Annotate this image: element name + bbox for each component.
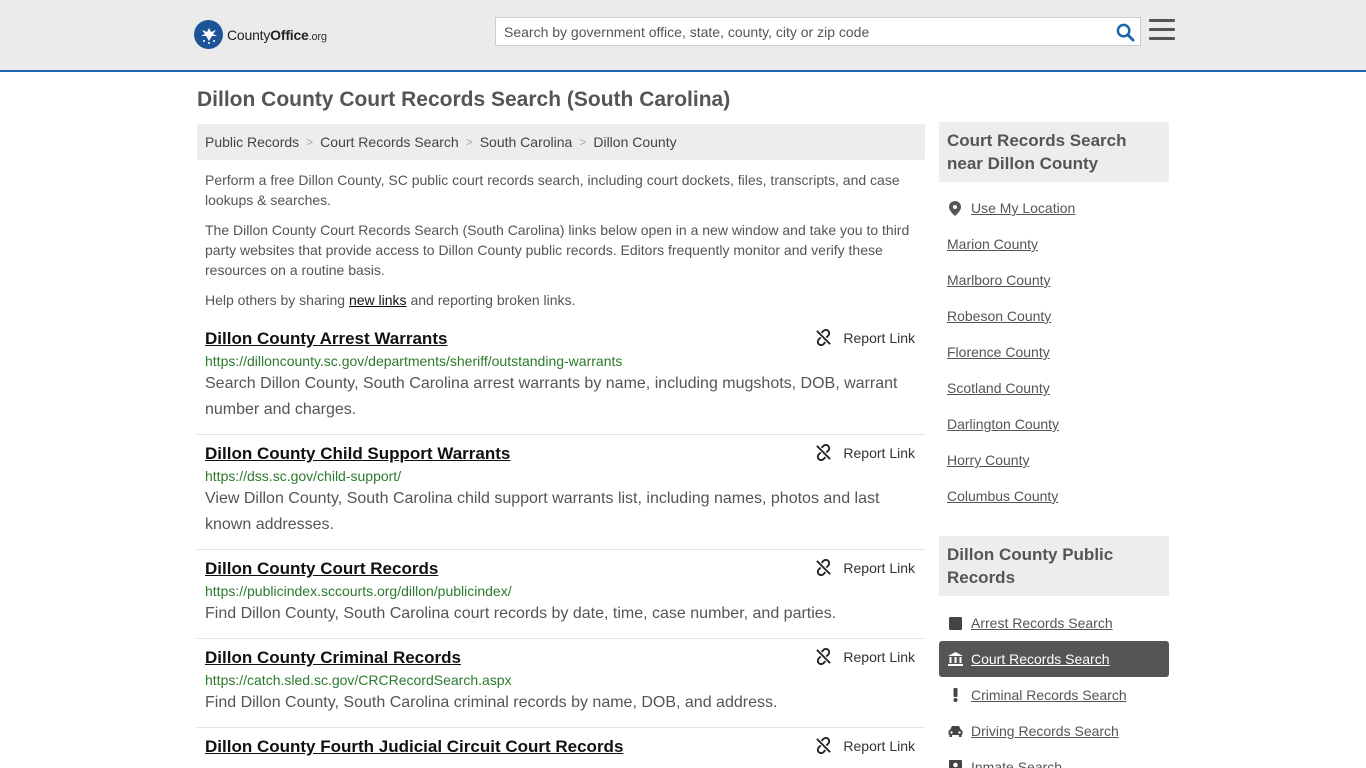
record-title-link[interactable]: Dillon County Criminal Records [205,647,461,669]
sidebar-item-arrest-records[interactable]: Arrest Records Search [939,605,1169,641]
car-icon [947,725,963,737]
eagle-seal-icon [194,20,223,49]
site-logo[interactable]: CountyOffice.org [194,20,327,49]
record-title-link[interactable]: Dillon County Child Support Warrants [205,443,510,465]
nearby-county-item[interactable]: Marion County [939,226,1169,262]
sidebar-public-records-title: Dillon County Public Records [939,536,1169,596]
square-icon [947,616,963,630]
nearby-county-item[interactable]: Columbus County [939,478,1169,514]
record-title-link[interactable]: Dillon County Arrest Warrants [205,328,447,350]
nearby-county-item[interactable]: Robeson County [939,298,1169,334]
sidebar-item-driving-records[interactable]: Driving Records Search [939,713,1169,749]
search-icon[interactable] [1114,21,1136,43]
sidebar-link[interactable]: Inmate Search [971,759,1062,768]
nearby-county-list: Use My Location Marion County Marlboro C… [939,190,1169,514]
broken-link-icon [816,648,832,665]
nearby-county-link[interactable]: Darlington County [947,416,1059,432]
record-url: https://catch.sled.sc.gov/CRCRecordSearc… [205,672,512,688]
sidebar-link[interactable]: Driving Records Search [971,723,1119,739]
sidebar-link[interactable]: Court Records Search [971,651,1110,667]
share-paragraph: Help others by sharing new links and rep… [205,292,576,308]
map-marker-icon [947,200,963,216]
record-description: Search Dillon County, South Carolina arr… [205,375,898,418]
record-item: Dillon County Court Records Report Link … [197,550,925,639]
record-item: Dillon County Child Support Warrants Rep… [197,435,925,550]
nearby-county-link[interactable]: Scotland County [947,380,1050,396]
record-url: https://publicindex.sccourts.org/dillon/… [205,583,512,599]
nearby-county-link[interactable]: Horry County [947,452,1029,468]
nearby-county-link[interactable]: Columbus County [947,488,1058,504]
breadcrumb: Public Records > Court Records Search > … [197,124,925,160]
nearby-county-item[interactable]: Darlington County [939,406,1169,442]
search-input[interactable] [496,18,1106,45]
intro-paragraph: Perform a free Dillon County, SC public … [205,172,900,208]
record-item: Dillon County Criminal Records Report Li… [197,639,925,728]
report-link-button[interactable]: Report Link [815,648,915,665]
intro-text: Perform a free Dillon County, SC public … [197,170,925,310]
sidebar-nearby: Court Records Search near Dillon County … [939,122,1169,514]
breadcrumb-public-records[interactable]: Public Records [205,134,299,150]
record-url: https://dilloncounty.sc.gov/departments/… [205,353,623,369]
record-item: Dillon County Fourth Judicial Circuit Co… [197,728,925,768]
report-link-button[interactable]: Report Link [815,559,915,576]
nearby-county-item[interactable]: Florence County [939,334,1169,370]
sidebar-item-court-records[interactable]: Court Records Search [939,641,1169,677]
broken-link-icon [816,559,832,576]
sidebar-nearby-title: Court Records Search near Dillon County [939,122,1169,182]
sidebar-item-inmate-search[interactable]: Inmate Search [939,749,1169,768]
chevron-right-icon: > [306,135,314,149]
page-title: Dillon County Court Records Search (Sout… [197,88,731,111]
inmate-icon [947,760,963,768]
breadcrumb-court-records-search[interactable]: Court Records Search [320,134,459,150]
record-title-link[interactable]: Dillon County Fourth Judicial Circuit Co… [205,736,623,758]
public-records-list: Arrest Records Search Court Records Sear… [939,605,1169,768]
top-bar: CountyOffice.org [0,0,1366,72]
nearby-county-item[interactable]: Horry County [939,442,1169,478]
record-description: View Dillon County, South Carolina child… [205,490,880,533]
record-title-link[interactable]: Dillon County Court Records [205,558,438,580]
sidebar-public-records: Dillon County Public Records Arrest Reco… [939,536,1169,768]
broken-link-icon [816,737,832,754]
chevron-right-icon: > [579,135,587,149]
use-my-location-item[interactable]: Use My Location [939,190,1169,226]
nearby-county-link[interactable]: Marlboro County [947,272,1051,288]
main-content: Public Records > Court Records Search > … [197,124,925,768]
new-links-link[interactable]: new links [349,292,407,308]
use-my-location-link[interactable]: Use My Location [971,200,1075,216]
nearby-county-link[interactable]: Marion County [947,236,1038,252]
report-link-button[interactable]: Report Link [815,329,915,346]
broken-link-icon [816,444,832,461]
broken-link-icon [816,329,832,346]
record-url: https://dss.sc.gov/child-support/ [205,468,402,484]
nearby-county-item[interactable]: Scotland County [939,370,1169,406]
exclamation-icon [947,688,963,702]
logo-wordmark: CountyOffice.org [227,26,327,43]
sidebar-item-criminal-records[interactable]: Criminal Records Search [939,677,1169,713]
nearby-county-link[interactable]: Robeson County [947,308,1051,324]
sidebar-link[interactable]: Arrest Records Search [971,615,1113,631]
intro-paragraph: The Dillon County Court Records Search (… [205,222,910,278]
search-box [495,17,1141,46]
record-description: Find Dillon County, South Carolina crimi… [205,694,778,711]
sidebar-link[interactable]: Criminal Records Search [971,687,1127,703]
record-description: Find Dillon County, South Carolina court… [205,605,837,622]
breadcrumb-south-carolina[interactable]: South Carolina [480,134,573,150]
courthouse-icon [947,652,963,666]
breadcrumb-dillon-county[interactable]: Dillon County [593,134,676,150]
report-link-button[interactable]: Report Link [815,444,915,461]
nearby-county-item[interactable]: Marlboro County [939,262,1169,298]
record-item: Dillon County Arrest Warrants Report Lin… [197,320,925,435]
hamburger-menu-icon[interactable] [1149,19,1175,43]
nearby-county-link[interactable]: Florence County [947,344,1050,360]
chevron-right-icon: > [465,135,473,149]
report-link-button[interactable]: Report Link [815,737,915,754]
